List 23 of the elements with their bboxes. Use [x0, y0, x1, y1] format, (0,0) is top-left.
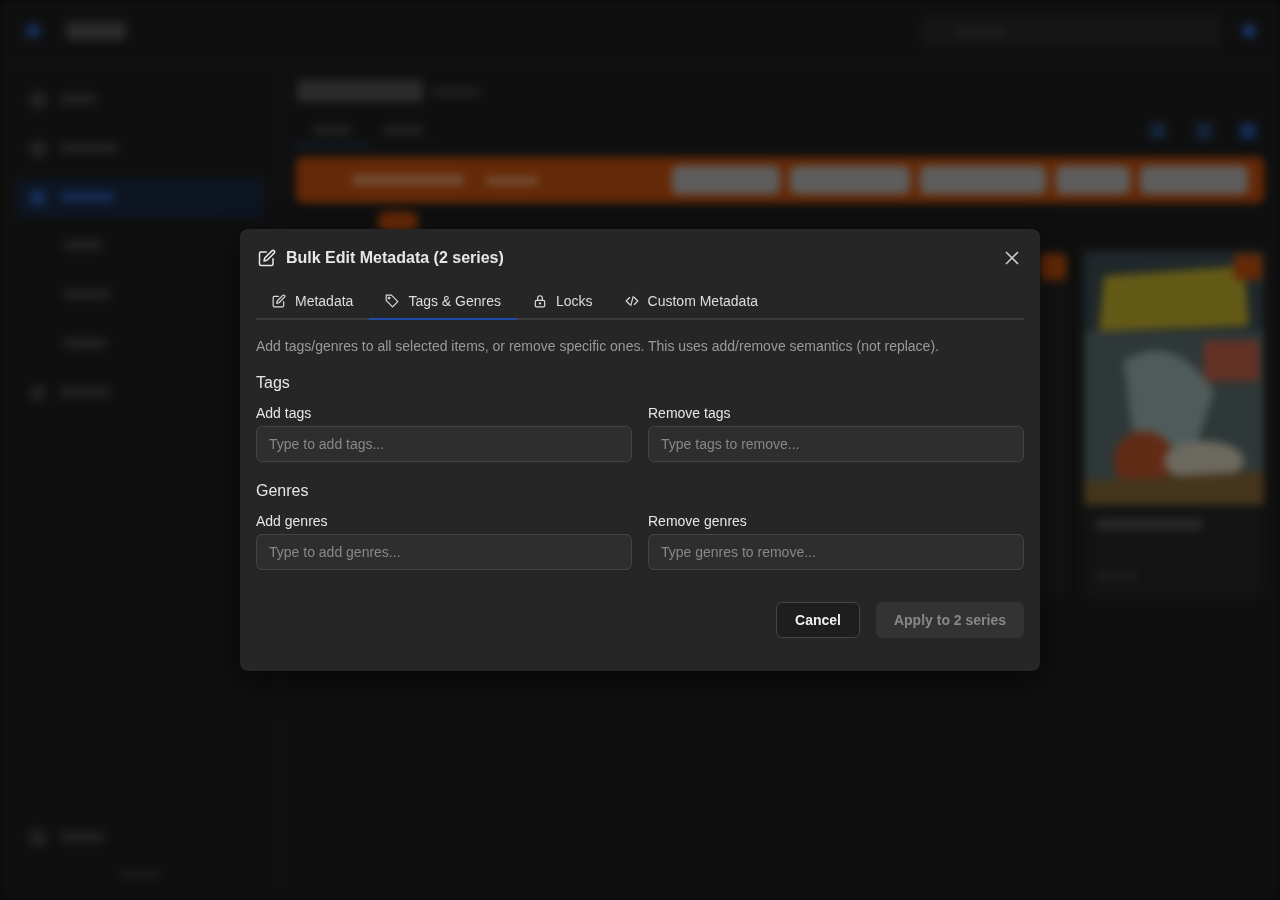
section-heading: Genres	[256, 482, 309, 500]
description-text: Add tags/genres to all selected items, or remove specific ones. This uses add/remove semantics (not replace).	[256, 338, 940, 354]
field-label: Remove tags	[648, 405, 732, 421]
cancel-button[interactable]: Cancel	[776, 602, 860, 638]
code-icon	[624, 294, 639, 308]
input-field[interactable]: Type to add genres...	[256, 534, 632, 570]
section-heading: Tags	[256, 374, 290, 392]
edit-icon	[258, 249, 276, 267]
close-icon	[1004, 250, 1020, 266]
input-field[interactable]: Type genres to remove...	[648, 534, 1024, 570]
field-label: Add genres	[256, 513, 329, 529]
input-field[interactable]: Type tags to remove...	[648, 426, 1024, 462]
edit-icon	[272, 294, 286, 308]
tab[interactable]: Tags & Genres	[369, 287, 517, 320]
dialog-title: Bulk Edit Metadata (2 series)	[286, 249, 504, 267]
field-label: Add tags	[256, 405, 313, 421]
tab[interactable]: Metadata	[256, 287, 370, 320]
lock-icon	[533, 294, 547, 308]
input-field[interactable]: Type to add tags...	[256, 426, 632, 462]
tab[interactable]: Custom Metadata	[608, 287, 775, 320]
tag-icon	[385, 294, 400, 308]
field-label: Remove genres	[648, 513, 748, 529]
tab[interactable]: Locks	[517, 287, 609, 320]
